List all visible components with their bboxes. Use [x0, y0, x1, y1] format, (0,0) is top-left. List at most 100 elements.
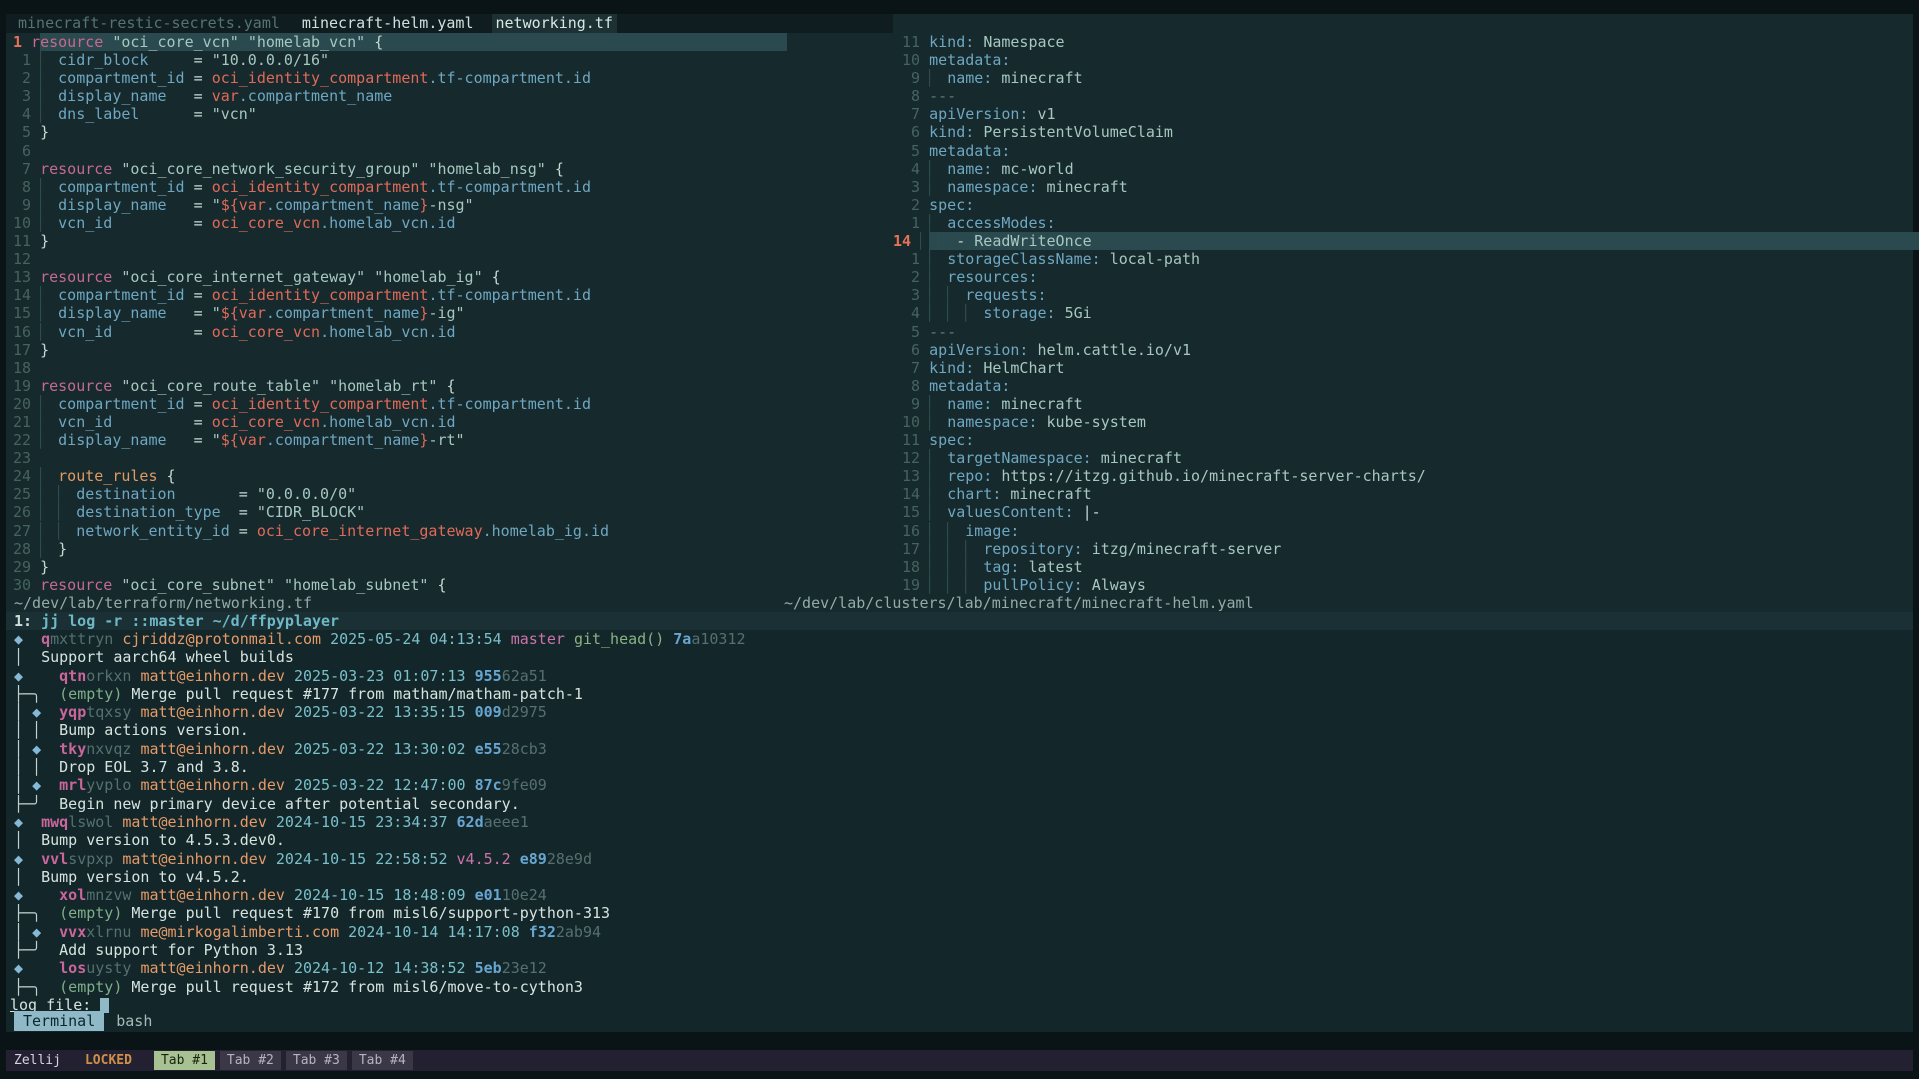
line-number: 16 — [893, 522, 929, 540]
code-line[interactable]: 16 ▏ vcn_id = oci_core_vcn.homelab_vcn.i… — [13, 323, 787, 341]
code-line[interactable]: 16 ▏ ▏ image: — [893, 522, 1919, 540]
code-line[interactable]: 21 ▏ vcn_id = oci_core_vcn.homelab_vcn.i… — [13, 413, 787, 431]
code-line[interactable]: 10 metadata: — [893, 51, 1919, 69]
code-line[interactable]: 15 ▏ display_name = "${var.compartment_n… — [13, 304, 787, 322]
code-line[interactable]: 24 ▏ route_rules { — [13, 467, 787, 485]
code-line[interactable]: 6 kind: PersistentVolumeClaim — [893, 123, 1919, 141]
code-line[interactable]: 5 } — [13, 123, 787, 141]
line-number: 10 — [13, 214, 40, 232]
code-line[interactable]: 14 ▏ chart: minecraft — [893, 485, 1919, 503]
code-line[interactable]: 4 ▏ name: mc-world — [893, 160, 1919, 178]
terminal-tab[interactable]: bash — [116, 1012, 152, 1030]
code-line[interactable]: 12 ▏ targetNamespace: minecraft — [893, 449, 1919, 467]
code-line[interactable]: 19 resource "oci_core_route_table" "home… — [13, 377, 787, 395]
editor-area: minecraft-restic-secrets.yaml minecraft-h… — [6, 14, 1913, 612]
code-line[interactable]: 6 — [13, 142, 787, 160]
code-line[interactable]: 2 spec: — [893, 196, 1919, 214]
right-editor[interactable]: 11 kind: Namespace 10 metadata: 9 ▏ name… — [893, 33, 1919, 594]
buffer-tab[interactable]: minecraft-restic-secrets.yaml — [14, 14, 284, 33]
code-line[interactable]: 15 ▏ valuesContent: |- — [893, 503, 1919, 521]
zellij-tab[interactable]: Tab #2 — [220, 1051, 281, 1070]
terminal-title-command: jj log -r ::master — [41, 612, 204, 630]
line-number: 26 — [13, 503, 40, 521]
code-line[interactable]: 1 resource "oci_core_vcn" "homelab_vcn" … — [13, 33, 787, 51]
code-line[interactable]: 9 ▏ display_name = "${var.compartment_na… — [13, 196, 787, 214]
code-line[interactable]: 18 ▏ ▏ ▏ tag: latest — [893, 558, 1919, 576]
code-line[interactable]: 13 ▏ repo: https://itzg.github.io/minecr… — [893, 467, 1919, 485]
code-line[interactable]: 7 apiVersion: v1 — [893, 105, 1919, 123]
code-line[interactable]: 7 resource "oci_core_network_security_gr… — [13, 160, 787, 178]
code-line[interactable]: 28 ▏ } — [13, 540, 787, 558]
code-line[interactable]: 6 apiVersion: helm.cattle.io/v1 — [893, 341, 1919, 359]
code-line[interactable]: 12 — [13, 250, 787, 268]
code-line[interactable]: 26 ▏ ▏ destination_type = "CIDR_BLOCK" — [13, 503, 787, 521]
line-number: 5 — [893, 323, 929, 341]
terminal-tab[interactable]: Terminal — [14, 1011, 104, 1031]
buffer-tab[interactable]: minecraft-helm.yaml — [298, 14, 478, 33]
code-line[interactable]: 17 ▏ ▏ ▏ repository: itzg/minecraft-serv… — [893, 540, 1919, 558]
line-number: 2 — [893, 196, 929, 214]
code-line[interactable]: 8 metadata: — [893, 377, 1919, 395]
jj-log-output: ◆ qmxttryn cjriddz@protonmail.com 2025-0… — [6, 630, 1913, 996]
code-line[interactable]: 5 metadata: — [893, 142, 1919, 160]
log-line: ├─╮ (empty) Merge pull request #172 from… — [14, 978, 1913, 996]
line-number: 29 — [13, 558, 40, 576]
code-line[interactable]: 3 ▏ namespace: minecraft — [893, 178, 1919, 196]
code-line[interactable]: 10 ▏ vcn_id = oci_core_vcn.homelab_vcn.i… — [13, 214, 787, 232]
code-line[interactable]: 19 ▏ ▏ ▏ pullPolicy: Always — [893, 576, 1919, 594]
code-line[interactable]: 9 ▏ name: minecraft — [893, 69, 1919, 87]
code-line[interactable]: 27 ▏ ▏ network_entity_id = oci_core_inte… — [13, 522, 787, 540]
code-line[interactable]: 2 ▏ resources: — [893, 268, 1919, 286]
line-number: 22 — [13, 431, 40, 449]
code-line[interactable]: 4 ▏ dns_label = "vcn" — [13, 105, 787, 123]
code-line[interactable]: 14 ▏ ▏ - ReadWriteOnce — [893, 232, 1919, 250]
line-number: 10 — [893, 51, 929, 69]
code-line[interactable]: 10 ▏ namespace: kube-system — [893, 413, 1919, 431]
zellij-tab[interactable]: Tab #4 — [352, 1051, 413, 1070]
code-line[interactable]: 7 kind: HelmChart — [893, 359, 1919, 377]
code-line[interactable]: 11 } — [13, 232, 787, 250]
line-number: 20 — [13, 395, 40, 413]
code-line[interactable]: 13 resource "oci_core_internet_gateway" … — [13, 268, 787, 286]
code-line[interactable]: 1 ▏ accessModes: — [893, 214, 1919, 232]
code-line[interactable]: 3 ▏ ▏ requests: — [893, 286, 1919, 304]
code-line[interactable]: 1 ▏ storageClassName: local-path — [893, 250, 1919, 268]
code-line[interactable]: 5 --- — [893, 323, 1919, 341]
buffer-tab[interactable]: networking.tf — [492, 14, 617, 33]
code-line[interactable]: 22 ▏ display_name = "${var.compartment_n… — [13, 431, 787, 449]
terminal-title: 1:jj log -r ::master~/d/ffpyplayer — [6, 612, 1913, 630]
code-line[interactable]: 20 ▏ compartment_id = oci_identity_compa… — [13, 395, 787, 413]
terminal-tab-bar: Terminal bash — [6, 1012, 166, 1031]
left-editor-path: ~/dev/lab/terraform/networking.tf — [14, 594, 312, 612]
line-number: 14 — [13, 286, 40, 304]
line-number: 24 — [13, 467, 40, 485]
code-line[interactable]: 11 kind: Namespace — [893, 33, 1919, 51]
code-line[interactable]: 3 ▏ display_name = var.compartment_name — [13, 87, 787, 105]
code-line[interactable]: 1 ▏ cidr_block = "10.0.0.0/16" — [13, 51, 787, 69]
code-line[interactable]: 23 — [13, 449, 787, 467]
code-line[interactable]: 30 resource "oci_core_subnet" "homelab_s… — [13, 576, 787, 594]
zellij-tab[interactable]: Tab #3 — [286, 1051, 347, 1070]
line-number: 9 — [893, 69, 929, 87]
code-line[interactable]: 11 spec: — [893, 431, 1919, 449]
log-line: │ ◆ tkynxvqz matt@einhorn.dev 2025-03-22… — [14, 740, 1913, 758]
code-line[interactable]: 14 ▏ compartment_id = oci_identity_compa… — [13, 286, 787, 304]
code-line[interactable]: 8 --- — [893, 87, 1919, 105]
code-line[interactable]: 17 } — [13, 341, 787, 359]
line-number: 4 — [13, 105, 40, 123]
code-line[interactable]: 8 ▏ compartment_id = oci_identity_compar… — [13, 178, 787, 196]
code-line[interactable]: 29 } — [13, 558, 787, 576]
left-editor[interactable]: 1 resource "oci_core_vcn" "homelab_vcn" … — [13, 33, 787, 594]
log-line: ◆ qmxttryn cjriddz@protonmail.com 2025-0… — [14, 630, 1913, 648]
code-line[interactable]: 4 ▏ ▏ ▏ storage: 5Gi — [893, 304, 1919, 322]
line-number: 19 — [13, 377, 40, 395]
zellij-tab[interactable]: Tab #1 — [154, 1051, 215, 1070]
code-line[interactable]: 9 ▏ name: minecraft — [893, 395, 1919, 413]
line-number: 28 — [13, 540, 40, 558]
log-line: ├─╮ (empty) Merge pull request #170 from… — [14, 904, 1913, 922]
code-line[interactable]: 18 — [13, 359, 787, 377]
code-line[interactable]: 25 ▏ ▏ destination = "0.0.0.0/0" — [13, 485, 787, 503]
code-line[interactable]: 2 ▏ compartment_id = oci_identity_compar… — [13, 69, 787, 87]
terminal-pane[interactable]: 1:jj log -r ::master~/d/ffpyplayer ◆ qmx… — [6, 612, 1913, 1032]
line-number: 27 — [13, 522, 40, 540]
